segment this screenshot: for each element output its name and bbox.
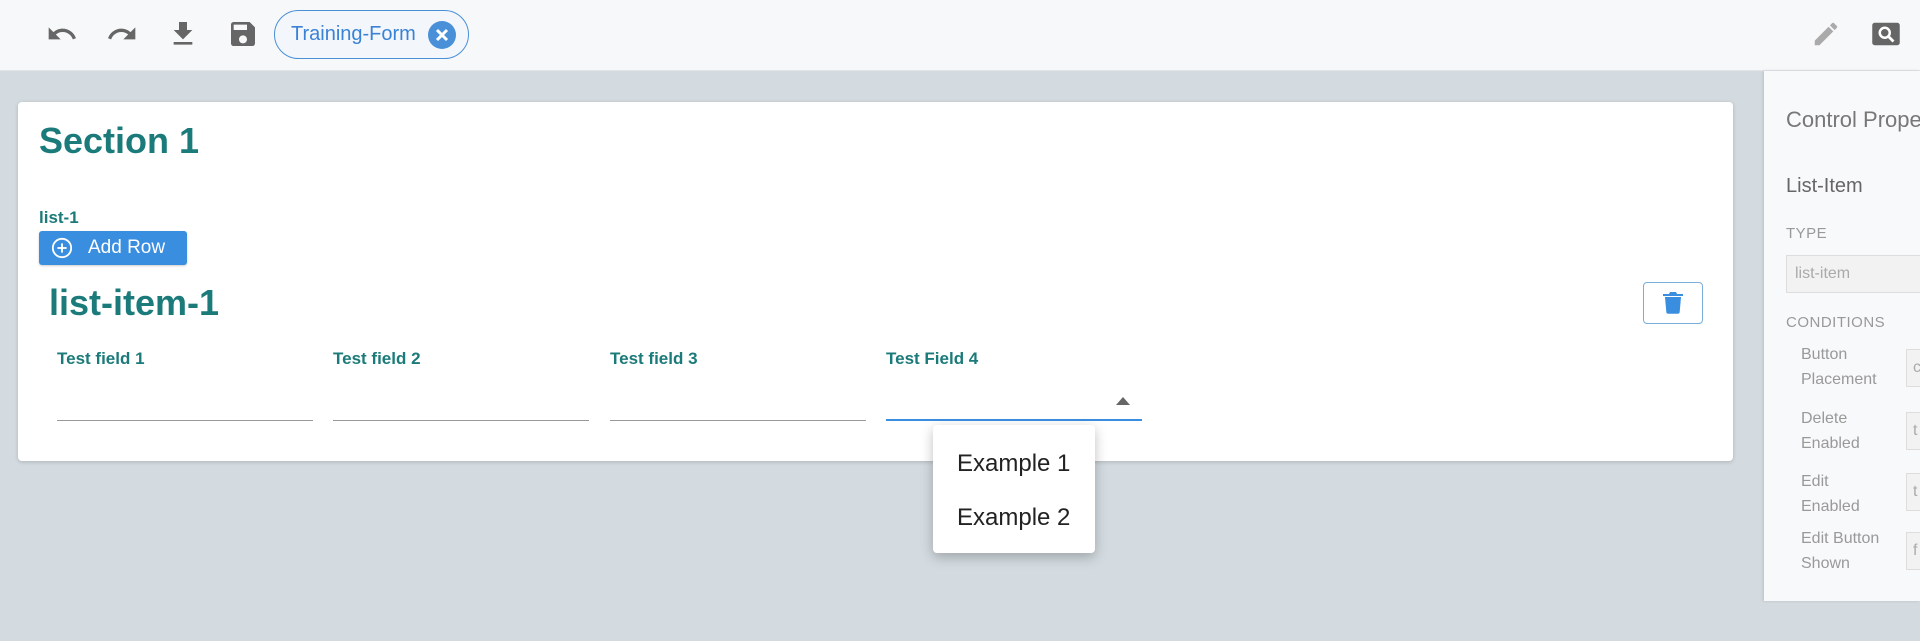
download-button[interactable] xyxy=(163,14,203,54)
section-title: Section 1 xyxy=(39,120,200,161)
save-icon xyxy=(231,22,255,46)
field-label: Test field 1 xyxy=(57,349,145,368)
add-row-button[interactable]: Add Row xyxy=(39,231,187,265)
test-field-3-input[interactable] xyxy=(610,387,866,421)
chip-close-button[interactable] xyxy=(427,20,456,49)
add-row-label: Add Row xyxy=(88,237,166,258)
undo-button[interactable] xyxy=(42,14,82,54)
list-label: list-1 xyxy=(39,208,79,227)
test-field-2-input[interactable] xyxy=(333,387,589,421)
add-circle-icon xyxy=(51,237,73,259)
download-icon xyxy=(173,22,193,45)
field-label: Test Field 4 xyxy=(886,349,979,368)
panel-subtitle: List-Item xyxy=(1786,175,1863,197)
dropdown-option[interactable]: Example 1 xyxy=(933,437,1095,491)
redo-button[interactable] xyxy=(102,14,142,54)
save-button[interactable] xyxy=(223,14,263,54)
field-label: Test field 3 xyxy=(610,349,698,368)
control-properties-panel: Control Prope List-Item TYPE list-item C… xyxy=(1764,71,1920,601)
redo-icon xyxy=(108,27,136,40)
section-card: Section 1 list-1 Add Row list-item-1 Tes… xyxy=(18,102,1733,461)
dropdown-option[interactable]: Example 2 xyxy=(933,491,1095,545)
delete-row-button[interactable] xyxy=(1643,282,1703,324)
prop-label: Button Placement xyxy=(1801,346,1877,388)
form-chip-label: Training-Form xyxy=(291,23,416,45)
test-field-4-input[interactable] xyxy=(886,387,1142,421)
delete-enabled-field[interactable]: t xyxy=(1906,412,1920,450)
edit-enabled-field[interactable]: t xyxy=(1906,473,1920,511)
search-icon xyxy=(1872,22,1900,46)
trash-icon xyxy=(1663,292,1683,314)
test-field-3: Test field 3 xyxy=(610,349,866,421)
test-field-2: Test field 2 xyxy=(333,349,589,421)
prop-label: Delete Enabled xyxy=(1801,410,1860,452)
field-label: Test field 2 xyxy=(333,349,421,368)
test-field-4-select: Test Field 4 xyxy=(886,349,1142,421)
pencil-icon xyxy=(1814,22,1838,46)
type-caption: TYPE xyxy=(1786,225,1828,242)
close-icon xyxy=(435,28,448,41)
button-placement-field[interactable]: c xyxy=(1906,349,1920,387)
type-field[interactable]: list-item xyxy=(1786,255,1920,293)
prop-label: Edit Button Shown xyxy=(1801,530,1880,572)
conditions-caption: CONDITIONS xyxy=(1786,314,1886,331)
edit-button[interactable] xyxy=(1808,16,1844,52)
list-item-title: list-item-1 xyxy=(49,282,220,323)
caret-up-icon[interactable] xyxy=(1116,397,1130,405)
search-button[interactable] xyxy=(1868,16,1904,52)
test-field-1: Test field 1 xyxy=(57,349,313,421)
prop-label: Edit Enabled xyxy=(1801,473,1860,515)
edit-button-shown-field[interactable]: f xyxy=(1906,532,1920,570)
test-field-1-input[interactable] xyxy=(57,387,313,421)
panel-title: Control Prope xyxy=(1786,107,1920,132)
select-dropdown-menu: Example 1 Example 2 xyxy=(933,425,1095,553)
undo-icon xyxy=(48,27,76,40)
top-toolbar: Training-Form xyxy=(0,0,1920,71)
form-chip[interactable]: Training-Form xyxy=(274,10,469,59)
